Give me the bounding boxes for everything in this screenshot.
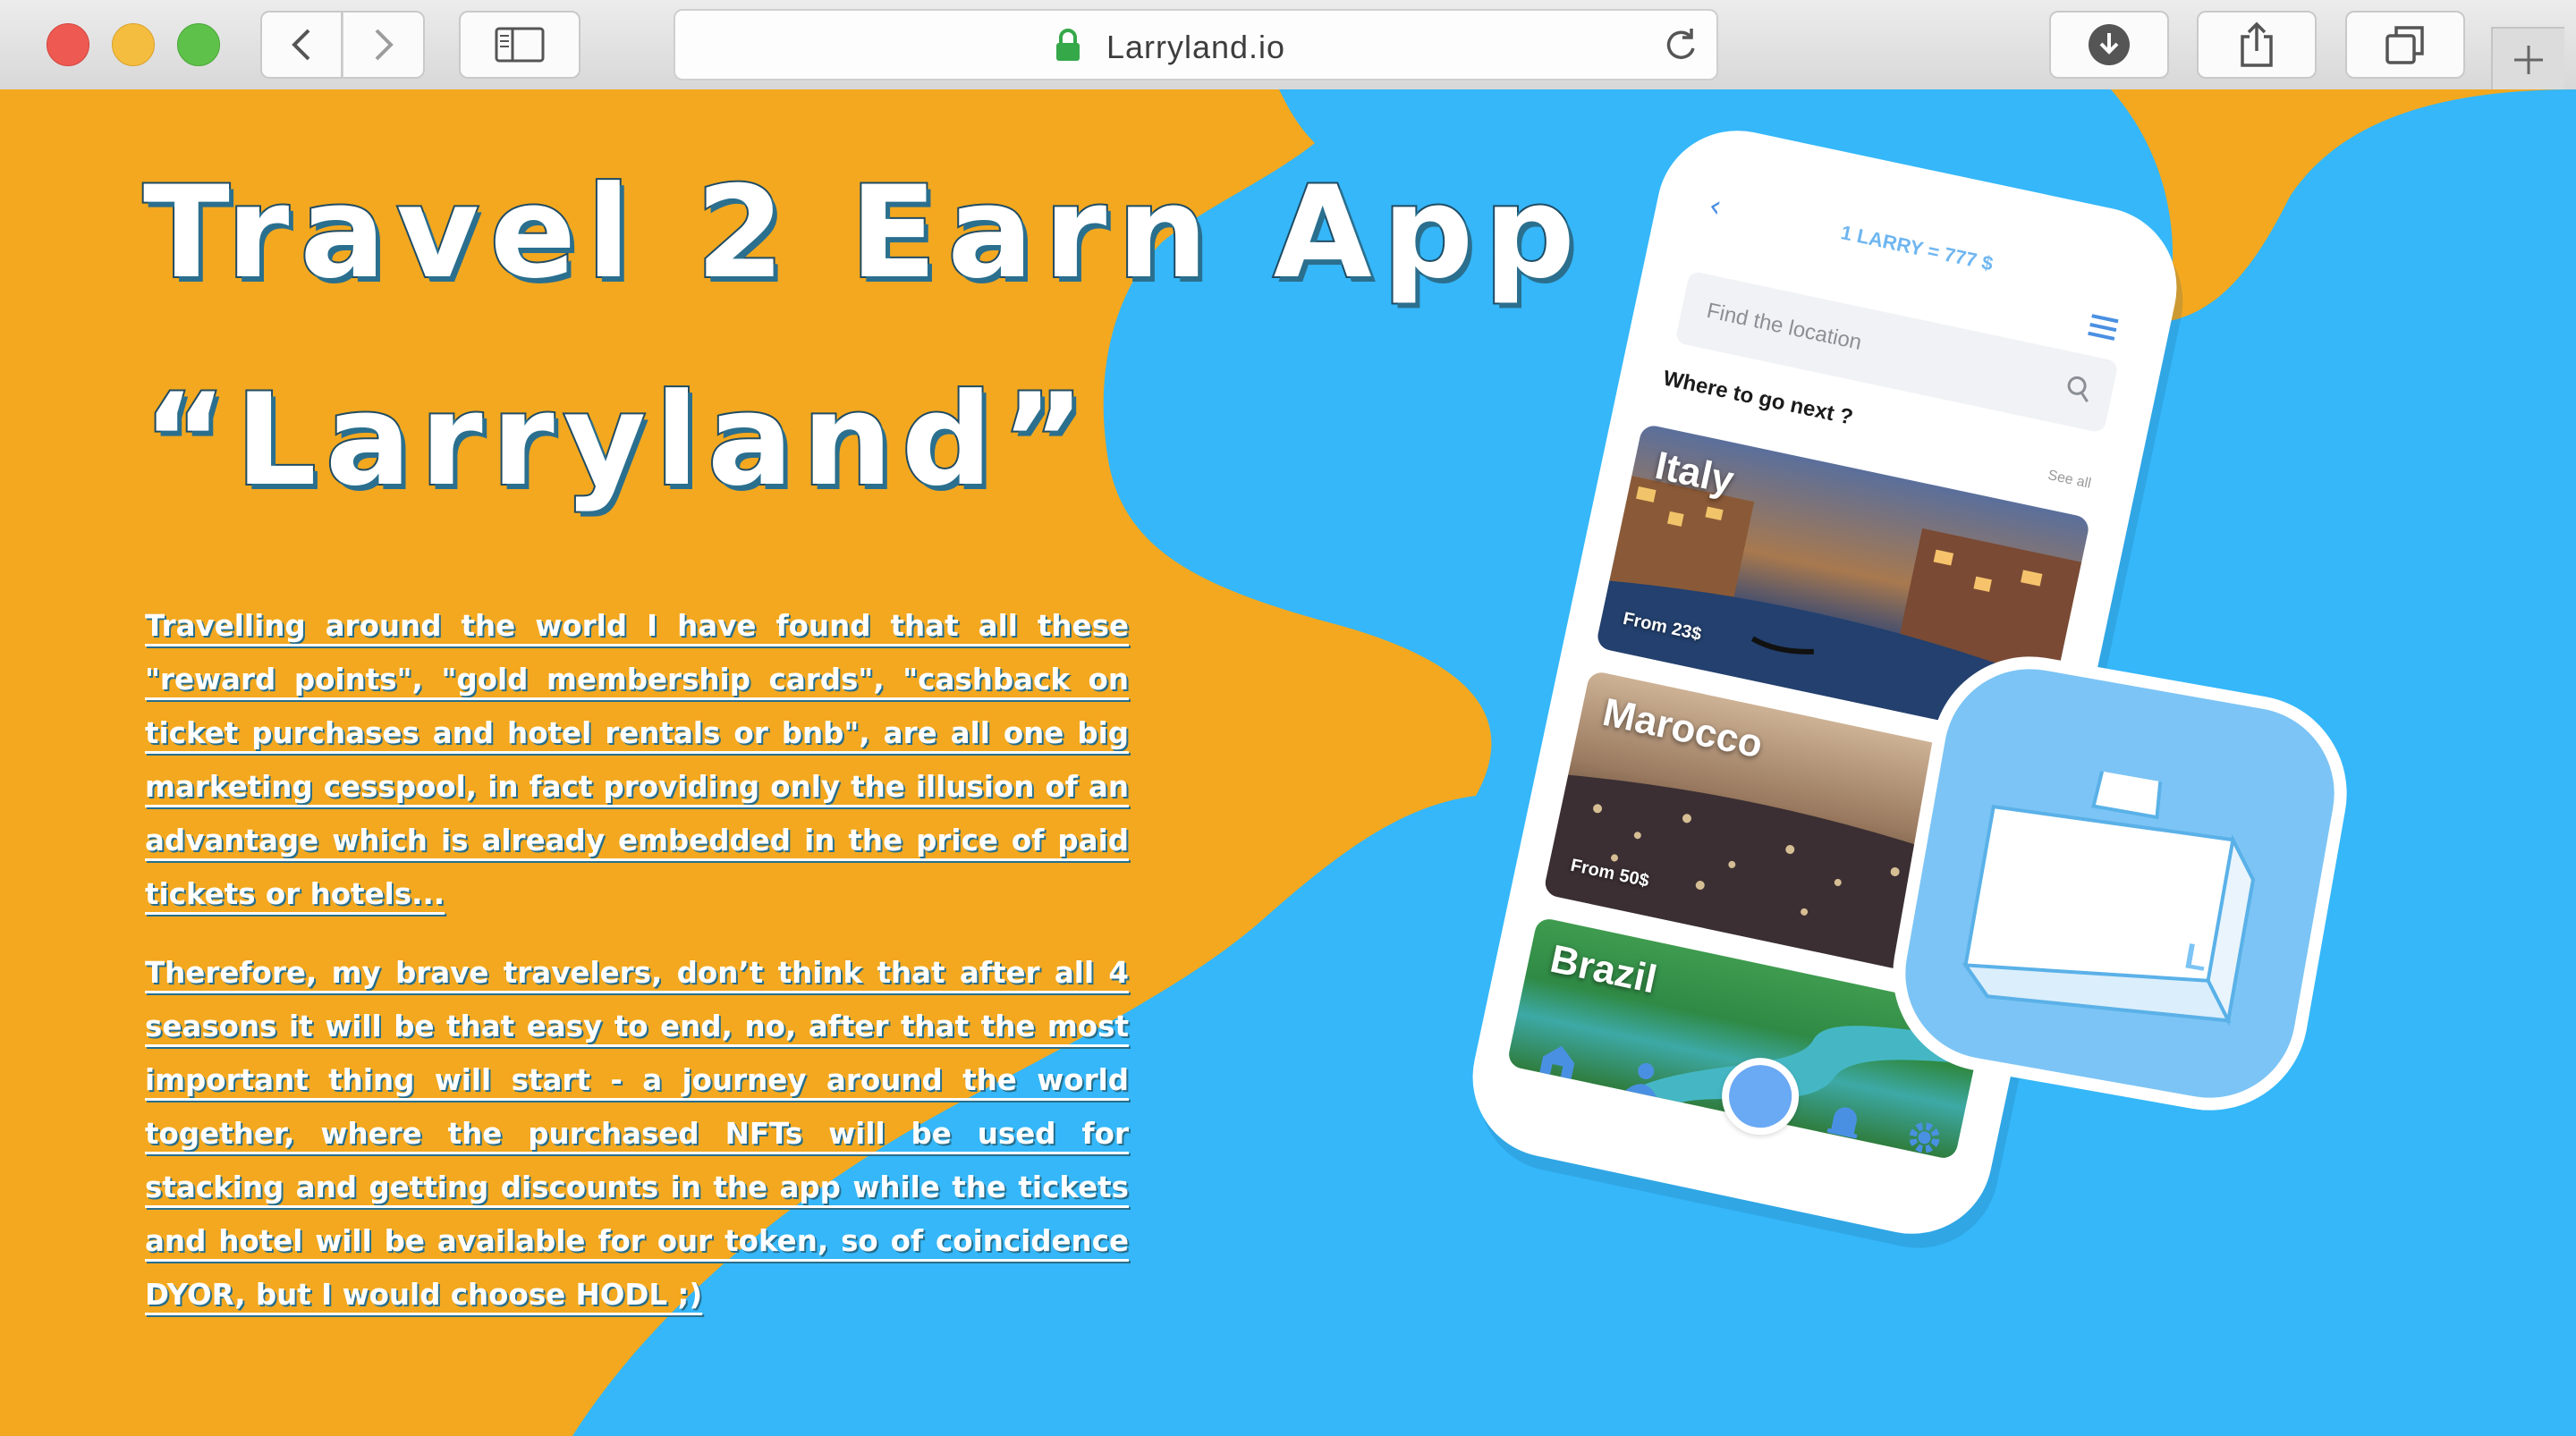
reload-icon[interactable] [1661,25,1700,66]
page-title: Travel 2 Earn App [141,157,1586,308]
new-tab-button[interactable] [2491,27,2564,91]
home-icon[interactable] [1536,1038,1581,1081]
zoom-window-button[interactable] [177,23,220,66]
browser-toolbar: Larryland.io [0,0,2576,91]
sidebar-icon [495,27,545,63]
share-icon [2241,21,2273,67]
downloads-button[interactable] [2049,11,2169,79]
vision-paragraph-text: Therefore, my brave travelers, don’t thi… [145,956,1129,1312]
plus-icon [2514,46,2543,74]
intro-paragraph: Travelling around the world I have found… [145,599,1129,921]
shopping-bag-icon: L [1962,748,2256,1026]
download-icon [2089,24,2130,65]
app-icon: L [1892,655,2348,1111]
forward-button[interactable] [343,11,425,79]
page-canvas: Travel 2 Earn App “Larryland” Travelling… [0,89,2576,1436]
share-button[interactable] [2197,11,2317,79]
app-name-title: “Larryland” [141,365,1094,516]
tabs-icon [2385,26,2424,64]
search-placeholder: Find the location [1704,298,1864,355]
tabs-overview-button[interactable] [2345,11,2465,79]
vision-paragraph: Therefore, my brave travelers, don’t thi… [145,946,1129,1322]
chevron-left-icon [292,29,310,61]
settings-icon[interactable] [1903,1117,1945,1159]
search-icon [2067,376,2089,403]
center-action-button[interactable] [1715,1051,1807,1143]
close-window-button[interactable] [47,23,89,66]
address-bar[interactable]: Larryland.io [674,9,1718,80]
bell-icon[interactable] [1824,1100,1865,1144]
profile-icon[interactable] [1623,1057,1665,1099]
back-button[interactable] [260,11,343,79]
intro-paragraph-text: Travelling around the world I have found… [145,609,1129,911]
sidebar-toggle-button[interactable] [459,11,580,79]
minimize-window-button[interactable] [112,23,155,66]
url-text: Larryland.io [1106,29,1286,65]
chevron-right-icon [375,29,394,61]
